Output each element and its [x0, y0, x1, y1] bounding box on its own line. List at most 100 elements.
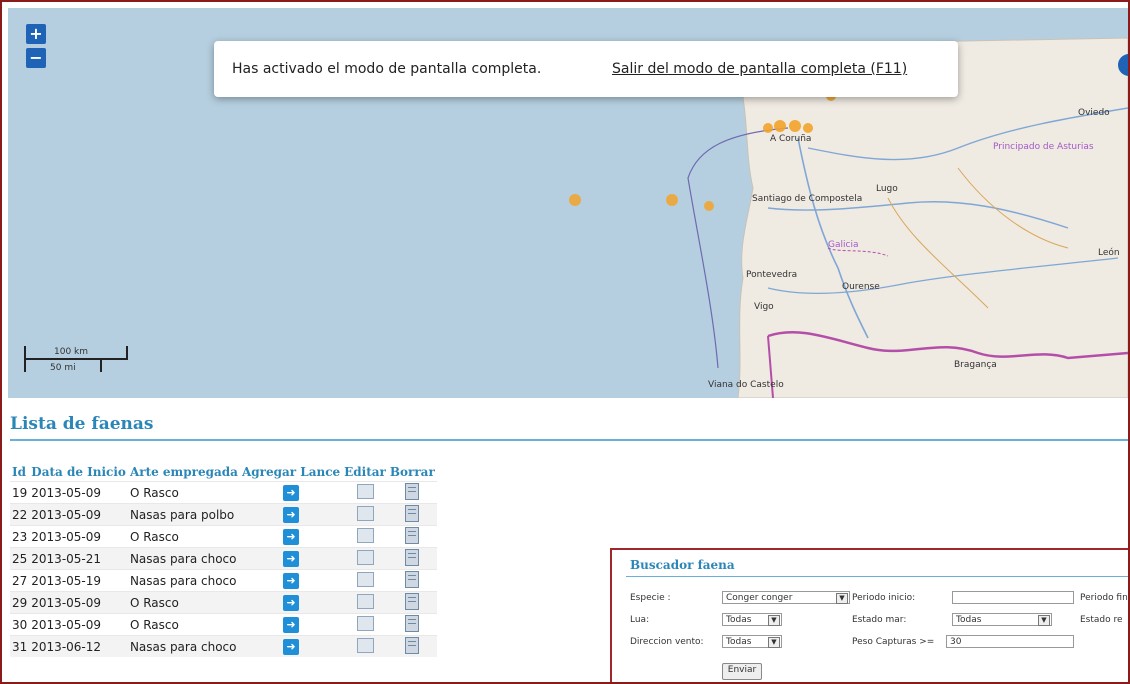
trash-icon[interactable] — [405, 482, 420, 500]
place-label: Lugo — [876, 184, 898, 194]
direccion-vento-value: Todas — [726, 637, 752, 647]
row-arte: O Rasco — [127, 591, 240, 614]
edit-icon[interactable] — [356, 549, 374, 565]
add-lance-icon[interactable]: ➜ — [283, 484, 300, 501]
zoom-in-button[interactable]: + — [26, 24, 46, 44]
add-lance-icon[interactable]: ➜ — [283, 594, 300, 611]
lua-label: Lua: — [630, 615, 650, 625]
estado-re-label: Estado re — [1080, 615, 1123, 625]
row-add-cell: ➜ — [239, 591, 343, 614]
periodo-inicio-label: Periodo inicio: — [852, 593, 916, 603]
col-id-header: Id — [12, 464, 27, 479]
add-lance-icon[interactable]: ➜ — [283, 550, 300, 567]
row-date: 2013-05-09 — [29, 503, 128, 526]
edit-icon[interactable] — [356, 637, 374, 653]
edit-icon[interactable] — [356, 505, 374, 521]
row-date: 2013-05-09 — [29, 481, 128, 504]
add-lance-icon[interactable]: ➜ — [283, 572, 300, 589]
row-delete-cell — [387, 481, 437, 504]
row-edit-cell — [342, 503, 388, 526]
direccion-vento-select[interactable]: Todas ▼ — [722, 635, 782, 648]
row-arte: O Rasco — [127, 525, 240, 548]
row-date: 2013-05-09 — [29, 525, 128, 548]
faenas-table: Id Data de Inicio Arte empregada Agregar… — [10, 462, 437, 657]
place-label: Principado de Asturias — [993, 142, 1094, 152]
fullscreen-notice: Has activado el modo de pantalla complet… — [214, 41, 958, 97]
place-label: Oviedo — [1078, 108, 1110, 118]
lua-select[interactable]: Todas ▼ — [722, 613, 782, 626]
row-delete-cell — [387, 547, 437, 570]
peso-capturas-input[interactable]: 30 — [946, 635, 1074, 648]
row-add-cell: ➜ — [239, 613, 343, 636]
buscador-divider — [626, 576, 1128, 577]
row-add-cell: ➜ — [239, 635, 343, 657]
table-row: 30 2013-05-09 O Rasco ➜ — [10, 613, 437, 636]
edit-icon[interactable] — [356, 527, 374, 543]
table-row: 23 2013-05-09 O Rasco ➜ — [10, 525, 437, 548]
especie-value: Conger conger — [726, 593, 793, 603]
chevron-down-icon: ▼ — [768, 637, 780, 648]
row-date: 2013-05-19 — [29, 569, 128, 592]
row-date: 2013-06-12 — [29, 635, 128, 657]
periodo-fin-label: Periodo fin — [1080, 593, 1128, 603]
place-label: Vigo — [754, 302, 774, 312]
row-delete-cell — [387, 525, 437, 548]
add-lance-icon[interactable]: ➜ — [283, 506, 300, 523]
place-label: Ourense — [842, 282, 880, 292]
add-lance-icon[interactable]: ➜ — [283, 528, 300, 545]
row-edit-cell — [342, 591, 388, 614]
peso-capturas-label: Peso Capturas >= — [852, 637, 935, 647]
table-row: 31 2013-06-12 Nasas para choco ➜ — [10, 635, 437, 657]
trash-icon[interactable] — [405, 570, 420, 588]
row-edit-cell — [342, 525, 388, 548]
place-label: León — [1098, 248, 1120, 258]
chevron-down-icon: ▼ — [1038, 615, 1050, 626]
direccion-vento-label: Direccion vento: — [630, 637, 704, 647]
estado-mar-label: Estado mar: — [852, 615, 907, 625]
list-divider — [10, 439, 1128, 441]
row-add-cell: ➜ — [239, 503, 343, 526]
edit-icon[interactable] — [356, 615, 374, 631]
table-row: 27 2013-05-19 Nasas para choco ➜ — [10, 569, 437, 592]
row-edit-cell — [342, 613, 388, 636]
chevron-down-icon: ▼ — [836, 593, 848, 604]
especie-label: Especie : — [630, 593, 671, 603]
row-edit-cell — [342, 547, 388, 570]
trash-icon[interactable] — [405, 592, 420, 610]
row-id: 29 — [10, 591, 30, 614]
row-add-cell: ➜ — [239, 547, 343, 570]
row-date: 2013-05-09 — [29, 613, 128, 636]
row-add-cell: ➜ — [239, 525, 343, 548]
exit-fullscreen-link[interactable]: Salir del modo de pantalla completa (F11… — [612, 61, 907, 77]
add-lance-icon[interactable]: ➜ — [283, 616, 300, 633]
trash-icon[interactable] — [405, 636, 420, 654]
periodo-inicio-input[interactable] — [952, 591, 1074, 604]
especie-select[interactable]: Conger conger ▼ — [722, 591, 850, 604]
row-edit-cell — [342, 635, 388, 657]
row-date: 2013-05-09 — [29, 591, 128, 614]
table-header-row: Id Data de Inicio Arte empregada Agregar… — [10, 462, 437, 482]
trash-icon[interactable] — [405, 504, 420, 522]
table-row: 29 2013-05-09 O Rasco ➜ — [10, 591, 437, 614]
map[interactable]: A Coruña Principado de Asturias Oviedo S… — [8, 8, 1128, 398]
trash-icon[interactable] — [405, 526, 420, 544]
enviar-button[interactable]: Enviar — [722, 663, 762, 680]
row-add-cell: ➜ — [239, 569, 343, 592]
edit-icon[interactable] — [356, 483, 374, 499]
edit-icon[interactable] — [356, 571, 374, 587]
row-arte: O Rasco — [127, 613, 240, 636]
edit-icon[interactable] — [356, 593, 374, 609]
row-arte: Nasas para polbo — [127, 503, 240, 526]
add-lance-icon[interactable]: ➜ — [283, 638, 300, 655]
row-delete-cell — [387, 635, 437, 657]
col-arte-header: Arte empregada — [129, 464, 238, 479]
trash-icon[interactable] — [405, 548, 420, 566]
zoom-out-button[interactable]: − — [26, 48, 46, 68]
browser-frame: A Coruña Principado de Asturias Oviedo S… — [0, 0, 1130, 684]
trash-icon[interactable] — [405, 614, 420, 632]
row-arte: O Rasco — [127, 481, 240, 504]
col-edit-header: Editar — [344, 464, 386, 479]
estado-mar-select[interactable]: Todas ▼ — [952, 613, 1052, 626]
chevron-down-icon: ▼ — [768, 615, 780, 626]
scale-label-km: 100 km — [54, 347, 89, 357]
